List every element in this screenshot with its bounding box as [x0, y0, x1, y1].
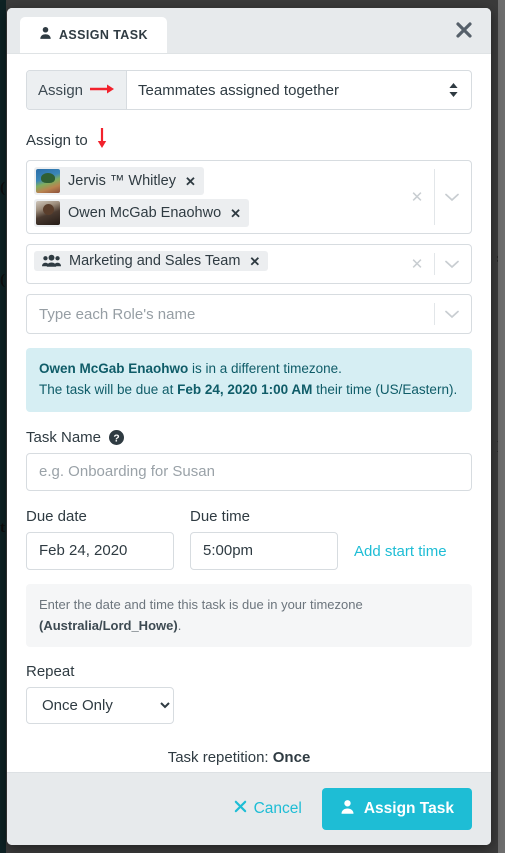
cancel-button[interactable]: Cancel [228, 799, 308, 819]
due-time-input[interactable] [190, 531, 338, 570]
task-name-input[interactable] [26, 452, 472, 491]
remove-tag-icon[interactable]: ✕ [249, 255, 260, 268]
users-group-icon [42, 254, 61, 268]
chevron-down-icon[interactable] [439, 193, 465, 202]
assign-mode-prefix-label: Assign [38, 81, 84, 99]
updown-caret-icon [448, 82, 459, 98]
remove-tag-icon[interactable]: ✕ [230, 207, 241, 220]
assign-task-button-label: Assign Task [363, 800, 454, 817]
assign-mode-select[interactable]: Teammates assigned together [127, 71, 471, 109]
roles-placeholder: Type each Role's name [39, 305, 196, 323]
due-date-input[interactable] [26, 531, 174, 570]
red-right-arrow-icon [89, 82, 115, 99]
due-time-label: Due time [190, 507, 251, 525]
team-tag-label: Marketing and Sales Team [69, 253, 241, 269]
member-tag-list: Jervis ™ Whitley ✕ Owen McGab Enaohwo ✕ [27, 161, 404, 233]
add-start-time-link[interactable]: Add start time [354, 543, 447, 560]
assign-to-label: Assign to [26, 131, 88, 149]
control-divider [434, 303, 435, 325]
user-icon [39, 26, 52, 45]
tab-label: ASSIGN TASK [59, 28, 148, 42]
assign-to-members-select[interactable]: Jervis ™ Whitley ✕ Owen McGab Enaohwo ✕ … [26, 160, 472, 234]
timezone-alert-line2-suffix: their time (US/Eastern). [312, 381, 458, 397]
due-row: Due date Due time Add start time [26, 508, 472, 570]
assign-task-modal: ASSIGN TASK Assign Teammates assigned to… [7, 8, 491, 845]
control-divider [434, 169, 435, 225]
assign-task-button[interactable]: Assign Task [321, 788, 472, 830]
timezone-alert-person: Owen McGab Enaohwo [39, 361, 189, 376]
task-repetition-line: Task repetition: Once [26, 749, 472, 766]
members-select-controls: ✕ [404, 161, 471, 233]
timezone-alert: Owen McGab Enaohwo is in a different tim… [26, 348, 472, 412]
assign-mode-value: Teammates assigned together [138, 81, 339, 99]
team-tag[interactable]: Marketing and Sales Team ✕ [34, 251, 269, 271]
timezone-note-suffix: . [177, 617, 182, 633]
timezone-note-zone: (Australia/Lord_Howe) [39, 617, 178, 633]
teams-select-controls: ✕ [404, 245, 471, 283]
question-circle-icon[interactable]: ? [109, 429, 125, 445]
timezone-note-prefix: Enter the date and time this task is due… [39, 596, 363, 612]
task-name-label: Task Name [26, 428, 102, 446]
chevron-down-icon[interactable] [439, 260, 465, 269]
task-name-label-row: Task Name ? [26, 429, 472, 446]
assign-mode-prefix: Assign [27, 71, 128, 109]
due-date-col: Due date [26, 508, 174, 570]
jervis-avatar [36, 169, 60, 193]
assign-to-teams-select[interactable]: Marketing and Sales Team ✕ ✕ [26, 244, 472, 284]
timezone-alert-line1: Owen McGab Enaohwo is in a different tim… [39, 359, 459, 380]
owen-avatar [36, 201, 60, 225]
page-left-edge [0, 0, 6, 853]
assign-to-roles-select[interactable]: Type each Role's name [26, 294, 472, 334]
clear-icon[interactable]: ✕ [404, 188, 430, 206]
page-scrollbar[interactable] [498, 0, 505, 853]
task-repetition-value: Once [272, 749, 311, 767]
tab-assign-task[interactable]: ASSIGN TASK [20, 17, 167, 53]
svg-text:?: ? [113, 433, 119, 444]
cancel-button-label: Cancel [253, 800, 302, 817]
control-divider [434, 253, 435, 275]
member-tag-label: Jervis ™ Whitley [68, 173, 176, 189]
user-icon [340, 799, 355, 820]
timezone-alert-line1-rest: is in a different timezone. [188, 361, 342, 376]
x-icon [234, 800, 247, 818]
timezone-alert-line2: The task will be due at Feb 24, 2020 1:0… [39, 380, 459, 401]
background-text-fragment: ( [0, 180, 5, 196]
modal-header: ASSIGN TASK [7, 8, 491, 54]
close-icon[interactable] [451, 17, 477, 43]
clear-icon[interactable]: ✕ [404, 255, 430, 273]
due-time-col: Due time [190, 508, 338, 570]
assign-mode-group: Assign Teammates assigned together [26, 70, 472, 110]
repeat-label-row: Repeat [26, 663, 472, 680]
modal-footer: Cancel Assign Task [7, 772, 491, 845]
repeat-select[interactable]: Once Only [26, 687, 174, 725]
modal-body: Assign Teammates assigned together Assig… [7, 54, 491, 772]
chevron-down-icon[interactable] [439, 310, 465, 319]
task-repetition-prefix: Task repetition: [167, 749, 273, 767]
assign-to-label-row: Assign to [26, 127, 472, 153]
team-tag-list: Marketing and Sales Team ✕ [27, 245, 404, 283]
remove-tag-icon[interactable]: ✕ [185, 175, 196, 188]
add-start-time-col: Add start time [354, 543, 447, 570]
background-text-fragment: t [0, 520, 5, 536]
background-text-fragment: ( [0, 272, 5, 288]
timezone-note: Enter the date and time this task is due… [26, 583, 472, 648]
member-tag[interactable]: Owen McGab Enaohwo ✕ [34, 199, 250, 227]
member-tag-label: Owen McGab Enaohwo [68, 205, 222, 221]
red-down-arrow-icon [96, 127, 108, 153]
member-tag[interactable]: Jervis ™ Whitley ✕ [34, 167, 204, 195]
due-date-label: Due date [26, 507, 87, 525]
timezone-alert-datetime: Feb 24, 2020 1:00 AM [177, 381, 313, 397]
repeat-label: Repeat [26, 663, 75, 681]
roles-select-controls [430, 295, 471, 333]
timezone-alert-line2-prefix: The task will be due at [39, 381, 178, 397]
